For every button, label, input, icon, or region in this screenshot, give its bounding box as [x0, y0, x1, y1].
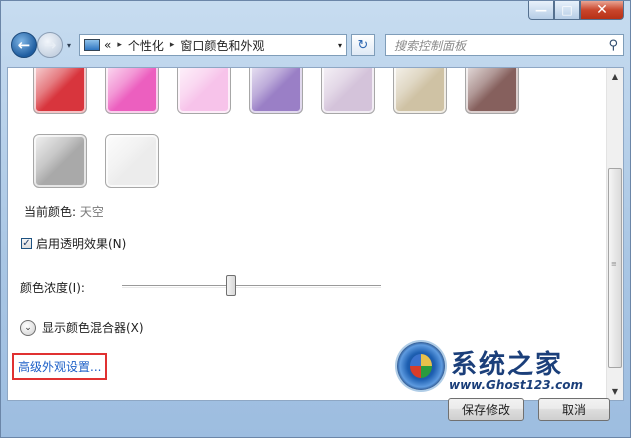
watermark-url: www.Ghost123.com	[449, 378, 584, 392]
transparency-label[interactable]: 启用透明效果(N)	[36, 235, 126, 252]
color-mixer-toggle[interactable]: ⌄ 显示颜色混合器(X)	[20, 319, 144, 336]
watermark: 系统之家 www.Ghost123.com	[393, 342, 619, 402]
close-button[interactable]: ✕	[580, 1, 624, 20]
scrollbar-grip-icon: ≡	[611, 260, 617, 268]
search-placeholder: 搜索控制面板	[394, 38, 467, 53]
intensity-slider-track[interactable]	[122, 285, 381, 288]
advanced-appearance-link[interactable]: 高级外观设置...	[12, 353, 108, 380]
breadcrumb-personalization[interactable]: 个性化	[128, 37, 164, 54]
address-bar[interactable]: « ▸ 个性化 ▸ 窗口颜色和外观 ▾	[79, 34, 347, 56]
color-swatch-red[interactable]	[33, 68, 87, 114]
cancel-button[interactable]: 取消	[538, 398, 610, 421]
current-color: 当前颜色: 天空	[24, 203, 104, 220]
watermark-title: 系统之家	[451, 350, 564, 380]
refresh-button[interactable]: ↻	[351, 34, 375, 56]
recent-pages-dropdown[interactable]: ▾	[67, 41, 71, 50]
window: — □ ✕ ← → ▾ « ▸ 个性化 ▸ 窗口颜色和外观 ▾ ↻ 搜索控制面板…	[0, 0, 631, 438]
color-mixer-label[interactable]: 显示颜色混合器(X)	[42, 319, 144, 336]
color-swatch-light-pink[interactable]	[177, 68, 231, 114]
intensity-slider-thumb[interactable]	[225, 275, 236, 296]
watermark-logo-icon	[397, 342, 445, 390]
save-changes-button[interactable]: 保存修改	[448, 398, 524, 421]
breadcrumb-separator[interactable]: ▸	[170, 40, 175, 50]
color-swatch-taupe[interactable]	[393, 68, 447, 114]
search-icon[interactable]: ⚲	[608, 38, 618, 53]
breadcrumb-overflow[interactable]: «	[104, 38, 111, 52]
color-swatch-fuchsia[interactable]	[105, 68, 159, 114]
color-swatch-frost[interactable]	[105, 134, 159, 188]
breadcrumb-window-color[interactable]: 窗口颜色和外观	[180, 37, 264, 54]
caption-buttons: — □ ✕	[528, 1, 624, 22]
back-button[interactable]: ←	[11, 32, 37, 58]
navigation-bar: ← → ▾ « ▸ 个性化 ▸ 窗口颜色和外观 ▾ ↻ 搜索控制面板 ⚲	[7, 29, 624, 61]
breadcrumb-separator[interactable]: ▸	[117, 40, 122, 50]
intensity-label: 颜色浓度(I):	[20, 281, 85, 295]
expand-chevron-icon[interactable]: ⌄	[20, 319, 36, 336]
current-color-label: 当前颜色:	[24, 205, 80, 219]
current-color-value: 天空	[79, 205, 104, 219]
search-input[interactable]: 搜索控制面板 ⚲	[385, 34, 624, 56]
transparency-option[interactable]: ✓ 启用透明效果(N)	[21, 235, 126, 252]
color-swatch-slate[interactable]	[33, 134, 87, 188]
maximize-button[interactable]: □	[554, 1, 580, 20]
scroll-up-arrow-icon[interactable]: ▲	[607, 68, 623, 85]
transparency-checkbox[interactable]: ✓	[21, 238, 32, 249]
control-panel-icon	[84, 39, 100, 51]
scrollbar-thumb[interactable]	[608, 168, 622, 368]
color-swatch-lavender[interactable]	[321, 68, 375, 114]
address-dropdown-icon[interactable]: ▾	[338, 41, 342, 50]
color-swatch-violet[interactable]	[249, 68, 303, 114]
minimize-button[interactable]: —	[528, 1, 554, 20]
color-swatch-chocolate[interactable]	[465, 68, 519, 114]
forward-button[interactable]: →	[37, 32, 63, 58]
